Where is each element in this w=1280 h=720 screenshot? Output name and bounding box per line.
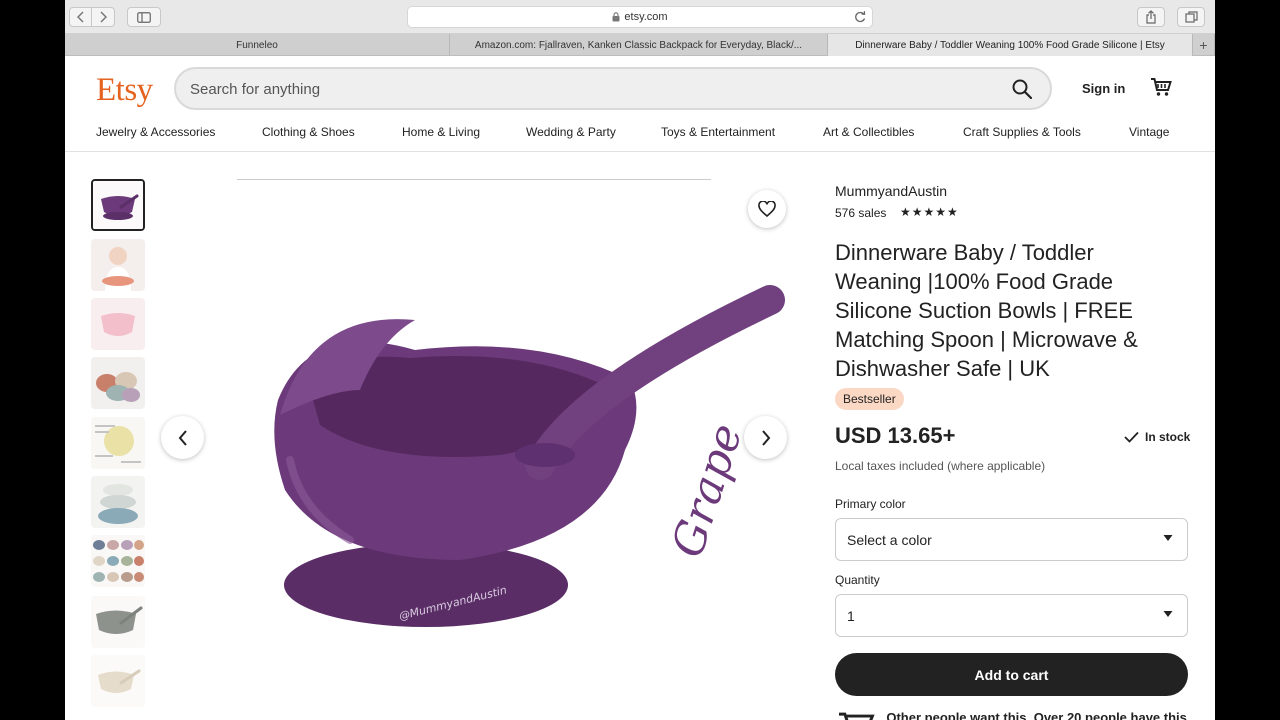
quantity-label: Quantity [835,573,880,587]
tab-label: Amazon.com: Fjallraven, Kanken Classic B… [474,39,803,51]
new-tab-button[interactable]: + [1193,34,1215,56]
category-nav: Jewelry & Accessories Clothing & Shoes H… [65,124,1215,152]
chevron-left-icon [76,11,84,23]
browser-window: etsy.com Funneleo Amazon.com: Fjallraven… [65,0,1215,720]
tab-etsy[interactable]: Dinnerware Baby / Toddler Weaning 100% F… [828,34,1193,56]
category-toys[interactable]: Toys & Entertainment [661,125,775,139]
category-wedding[interactable]: Wedding & Party [526,125,616,139]
tabs-icon [1184,11,1198,23]
teal-bowls-thumbnail-image [91,476,145,528]
thumbnail-2[interactable] [91,239,145,291]
color-select-value: Select a color [847,531,932,548]
grey-bowl-thumbnail-image [91,596,145,648]
cart-icon [838,712,875,720]
bestseller-badge: Bestseller [835,388,904,410]
chevron-left-icon [178,429,187,446]
back-button[interactable] [69,7,92,27]
share-button[interactable] [1137,7,1165,27]
product-main-image: Grape @MummyandAustin [160,240,810,650]
search-input[interactable] [190,79,980,99]
search-bar [174,67,1052,110]
heart-icon [758,201,776,217]
tab-funneleo[interactable]: Funneleo [65,34,450,56]
category-home[interactable]: Home & Living [402,125,480,139]
add-to-cart-button[interactable]: Add to cart [835,653,1188,696]
forward-button[interactable] [92,7,115,27]
nav-buttons [69,7,115,27]
demand-notice: Other people want this. Over 20 people h… [837,710,1197,720]
cart-icon[interactable] [1150,77,1172,97]
search-icon[interactable] [1012,79,1032,99]
color-label: Primary color [835,497,906,511]
thumbnail-3[interactable] [91,298,145,350]
cream-bowl-thumbnail-image [91,655,145,707]
info-thumbnail-image [91,417,145,469]
color-select[interactable]: Select a color [835,518,1188,561]
thumbnail-5[interactable] [91,417,145,469]
category-jewelry[interactable]: Jewelry & Accessories [96,125,215,139]
tab-amazon[interactable]: Amazon.com: Fjallraven, Kanken Classic B… [450,34,828,56]
taxes-note: Local taxes included (where applicable) [835,459,1046,473]
browser-toolbar: etsy.com [65,0,1215,34]
tabs-overview-button[interactable] [1177,7,1205,27]
bowl-thumbnail-image [93,181,143,229]
category-vintage[interactable]: Vintage [1129,125,1169,139]
next-image-button[interactable] [744,416,787,459]
product-price: USD 13.65+ [835,423,956,448]
thumbnail-1[interactable] [91,179,145,231]
add-to-cart-label: Add to cart [974,666,1049,683]
lock-icon [612,12,620,22]
sidebar-icon [137,11,151,23]
address-bar[interactable]: etsy.com [407,6,873,28]
category-craft[interactable]: Craft Supplies & Tools [963,125,1081,139]
bowl-grid-thumbnail-image [91,535,145,587]
sales-count: 576 sales [835,206,887,220]
thumbnail-4[interactable] [91,357,145,409]
category-art[interactable]: Art & Collectibles [823,125,914,139]
caret-down-icon [1163,611,1173,617]
chevron-right-icon [100,11,107,23]
caret-down-icon [1163,535,1173,541]
star-rating[interactable]: ★★★★★ [900,205,959,219]
product-title: Dinnerware Baby / Toddler Weaning |100% … [835,240,1138,381]
category-clothing[interactable]: Clothing & Shoes [262,125,355,139]
shop-name-link[interactable]: MummyandAustin [835,183,947,199]
share-icon [1146,10,1156,24]
stock-status: In stock [1124,430,1190,444]
thumbnail-8[interactable] [91,596,145,648]
pink-bowl-thumbnail-image [91,298,145,350]
favorite-button[interactable] [748,190,786,228]
baby-thumbnail-image [91,239,145,291]
etsy-logo[interactable]: Etsy [96,72,153,109]
check-icon [1124,431,1139,443]
demand-text: Other people want this. Over 20 people h… [886,710,1187,720]
thumbnail-9[interactable] [91,655,145,707]
sidebar-toggle-button[interactable] [127,7,161,27]
quantity-select-value: 1 [847,607,855,624]
stock-label: In stock [1145,430,1191,444]
chevron-right-icon [761,429,770,446]
previous-image-button[interactable] [161,416,204,459]
tab-bar: Funneleo Amazon.com: Fjallraven, Kanken … [65,34,1215,56]
thumbnail-7[interactable] [91,535,145,587]
image-top-divider [237,179,711,180]
sign-in-link[interactable]: Sign in [1082,81,1125,96]
tab-label: Funneleo [236,39,278,51]
quantity-select[interactable]: 1 [835,594,1188,637]
stacked-bowls-thumbnail-image [91,357,145,409]
address-text: etsy.com [624,11,668,23]
tab-label: Dinnerware Baby / Toddler Weaning 100% F… [855,39,1165,51]
thumbnail-6[interactable] [91,476,145,528]
badge-label: Bestseller [843,392,896,406]
plus-icon: + [1199,37,1208,53]
reload-icon[interactable] [853,10,867,24]
